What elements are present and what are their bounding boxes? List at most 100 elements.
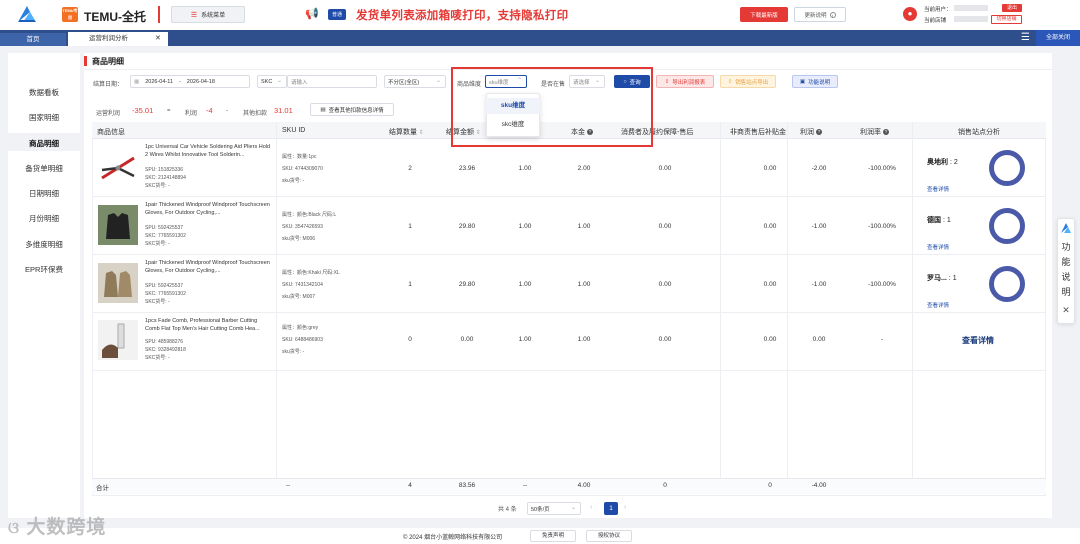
help-icon[interactable]: ? [883,129,889,136]
notice-tag: 普通 [328,9,347,20]
site-detail-link[interactable]: 查看详情 [927,185,949,193]
system-menu-button[interactable]: ☰ 系统菜单 [171,6,245,23]
disclaimer-button[interactable]: 免责声明 [530,530,576,542]
product-skc-no: SKC货号: - [145,299,170,305]
product-spu: SPU: 485988276 [145,339,184,345]
product-title[interactable]: 1pcs Fade Comb, Professional Barber Cutt… [145,317,271,333]
function-description-vertical[interactable]: 功能说明 [1060,240,1072,300]
product-thumbnail[interactable] [98,320,138,360]
site-detail-link[interactable]: 查看详情 [927,243,949,251]
sku-id: SKU: 4744309070 [282,166,323,172]
sku-no: sku货号: - [282,178,305,184]
export-site-button[interactable]: ⇪ 销售站点导出 [720,75,776,88]
product-skc-no: SKC货号: - [145,241,170,247]
doc-icon: ▤ [320,106,326,113]
temu-badge: TEMU专用 [62,7,78,22]
date-start: 2026-04-11 [145,78,173,85]
cell-profit: -2.00 [811,165,827,172]
brand-title: TEMU-全托 [84,10,146,24]
chevron-down-icon: ⌄ [570,505,576,511]
shop-name-redacted [954,16,988,22]
download-latest-button[interactable]: 下载最新版 [740,7,788,22]
view-other-deductions-button[interactable]: ▤ 查看其他扣款信息详情 [310,103,394,116]
region-select[interactable]: 不分区(全区) ⌄ [384,75,446,88]
cell-after-sale: 0.00 [658,336,672,343]
date-label: 结算日期： [93,82,124,88]
col-profit-rate-label: 利润率 [860,129,881,136]
sku-attr: 属性：颜色:grey [282,325,319,331]
function-description-button[interactable]: ▣ 功能说明 [792,75,838,88]
help-icon[interactable]: ? [816,129,822,136]
current-user-label: 当前用户： [924,7,952,13]
site-country: 罗马... : 1 [927,275,957,282]
site-detail-link[interactable]: 查看详情 [962,335,994,346]
app-logo-icon [16,4,38,24]
other-deduction-label: 其他扣款 [243,111,268,117]
cell-principal: 1.00 [577,336,591,343]
prev-page-icon[interactable]: ‹ [590,504,592,511]
product-title[interactable]: 1pc Universal Car Vehicle Soldering Aid … [145,143,271,159]
export-icon: ⇪ [664,78,670,85]
product-thumbnail[interactable] [98,148,138,188]
update-notes-button[interactable]: 更新说明 i [794,7,846,22]
cell-profit-rate: -100.00% [868,281,896,288]
product-title[interactable]: 1pair Thickened Windproof Windproof Touc… [145,201,271,217]
site-donut-chart[interactable] [989,208,1025,244]
site-donut-chart[interactable] [989,266,1025,302]
tab-list-icon[interactable]: ☰ [1021,32,1033,44]
sidebar [8,53,80,518]
col-sku-id: SKU ID [282,127,306,134]
sort-icon: ⇕ [417,130,424,136]
site-country: 德国 : 1 [927,217,951,224]
cell-col5: 1.00 [518,165,532,172]
cell-subsidy: 0.00 [763,165,777,172]
product-skc: SKC: 7765591302 [145,291,186,297]
sku-attr: 属性：数量:1pc [282,154,317,160]
user-avatar-icon[interactable]: ● [903,7,917,21]
operating-profit-value: -35.01 [132,106,154,115]
cell-col5: 1.00 [518,336,532,343]
title-accent [84,56,87,66]
cell-after-sale: 0.00 [658,281,672,288]
logout-button[interactable]: 退出 [1002,4,1022,12]
cell-after-sale: 0.00 [658,223,672,230]
sku-type-value: SKC [261,78,273,85]
total-sku: -- [285,482,291,489]
sku-search-input[interactable]: 请输入 [287,75,377,88]
notice-text[interactable]: 发货单列表添加箱唛打印，支持隐私打印 [356,7,568,23]
product-thumbnail[interactable] [98,205,138,245]
sku-type-select[interactable]: SKC ⌄ [257,75,287,88]
total-col5: -- [522,482,528,489]
update-notes-label: 更新说明 [804,12,827,19]
tab-home[interactable]: 首页 [0,33,66,46]
product-thumbnail[interactable] [98,263,138,303]
info-icon: i [829,11,836,18]
product-spu: SPU: 151825336 [145,167,184,173]
doc-icon: ▣ [799,78,806,85]
close-icon[interactable]: ✕ [1060,305,1072,316]
calendar-icon: ▦ [134,78,140,85]
brand-divider [158,6,160,23]
sku-id: SKU: 7431342104 [282,282,323,288]
tab-profit-analysis[interactable]: 运营利润分析 [68,32,168,46]
license-button[interactable]: 授权协议 [586,530,632,542]
site-detail-link[interactable]: 查看详情 [927,301,949,309]
switch-shop-button[interactable]: 切换店铺 [991,15,1022,24]
watermark: ଓ 大数跨境 [8,512,106,539]
cell-amount: 29.80 [458,281,476,288]
product-skc: SKC: 7765591302 [145,233,186,239]
annotation-highlight-box [451,67,653,147]
product-skc-no: SKC货号: - [145,355,170,361]
tab-close-icon[interactable]: ✕ [155,32,161,46]
cell-qty: 1 [408,223,412,230]
date-range-picker[interactable]: ▦ 2026-04-11 - 2026-04-18 [130,75,250,88]
page-number[interactable]: 1 [604,502,618,515]
product-title[interactable]: 1pair Thickened Windproof Windproof Touc… [145,259,271,275]
site-donut-chart[interactable] [989,150,1025,186]
col-qty[interactable]: 结算数量 ⇕ [389,127,424,137]
page-size-select[interactable]: 50条/页 ⌄ [527,502,581,515]
close-all-tabs-button[interactable]: 全部关闭 [1036,30,1080,46]
next-page-icon[interactable]: › [624,504,626,511]
total-qty: 4 [408,482,412,489]
export-profit-button[interactable]: ⇪ 导出利润报表 [656,75,714,88]
